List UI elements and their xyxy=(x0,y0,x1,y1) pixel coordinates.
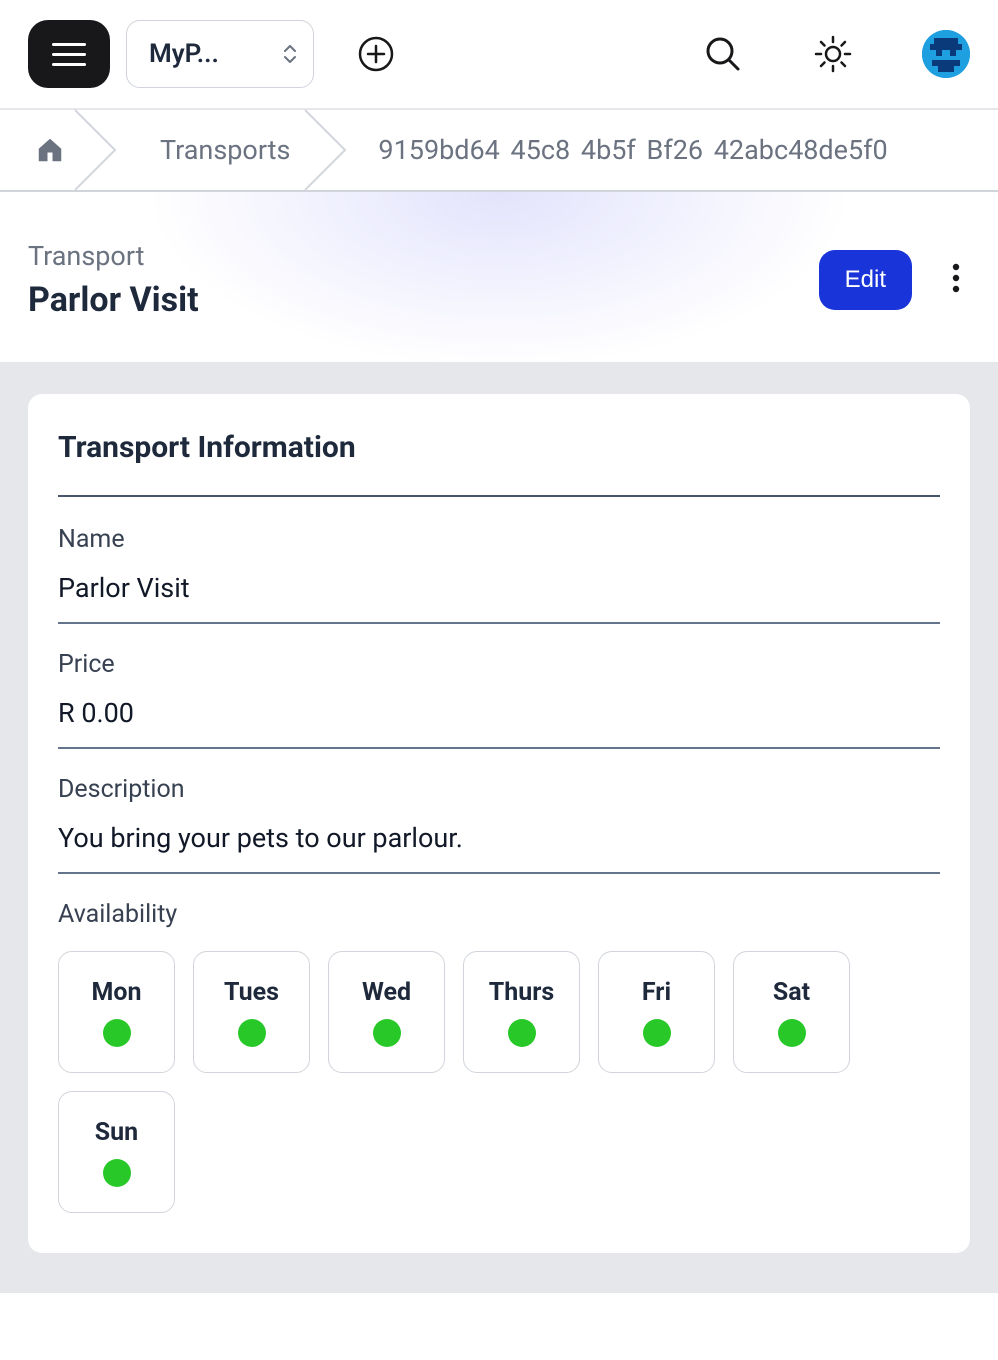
field-desc-value: You bring your pets to our parlour. xyxy=(58,822,940,854)
field-name: Name Parlor Visit xyxy=(58,525,940,624)
sun-icon xyxy=(814,35,852,73)
breadcrumb-transports[interactable]: Transports xyxy=(100,110,330,190)
field-price: Price R 0.00 xyxy=(58,650,940,749)
more-actions-button[interactable] xyxy=(942,253,970,307)
breadcrumb-seg-label: Transports xyxy=(160,134,290,166)
field-name-label: Name xyxy=(58,525,940,554)
content-area: Transport Information Name Parlor Visit … xyxy=(0,364,998,1293)
home-icon xyxy=(35,135,65,165)
availability-dot-icon xyxy=(508,1019,536,1047)
search-icon xyxy=(704,35,742,73)
topbar: MyP... xyxy=(0,0,998,110)
field-description: Description You bring your pets to our p… xyxy=(58,775,940,874)
menu-button[interactable] xyxy=(28,20,110,88)
day-label: Wed xyxy=(362,978,411,1007)
availability-dot-icon xyxy=(778,1019,806,1047)
field-price-value: R 0.00 xyxy=(58,697,940,729)
availability-dot-icon xyxy=(238,1019,266,1047)
availability-days: Mon Tues Wed Thurs Fri Sat Sun xyxy=(58,951,940,1213)
day-label: Sun xyxy=(95,1118,138,1147)
day-label: Thurs xyxy=(489,978,555,1007)
card-title: Transport Information xyxy=(58,430,940,497)
breadcrumb-id: 9159bd64 45c8 4b5f Bf26 42abc48de5f0 xyxy=(330,134,887,166)
field-desc-label: Description xyxy=(58,775,940,804)
availability-dot-icon xyxy=(643,1019,671,1047)
availability-dot-icon xyxy=(103,1159,131,1187)
field-name-value: Parlor Visit xyxy=(58,572,940,604)
day-chip: Thurs xyxy=(463,951,580,1073)
avatar-image xyxy=(922,30,970,78)
availability-dot-icon xyxy=(103,1019,131,1047)
day-chip: Sun xyxy=(58,1091,175,1213)
breadcrumb: Transports 9159bd64 45c8 4b5f Bf26 42abc… xyxy=(0,110,998,192)
field-price-label: Price xyxy=(58,650,940,679)
app-selector[interactable]: MyP... xyxy=(126,20,314,88)
day-chip: Fri xyxy=(598,951,715,1073)
day-chip: Wed xyxy=(328,951,445,1073)
app-selector-label: MyP... xyxy=(149,39,219,69)
theme-toggle[interactable] xyxy=(812,33,854,75)
plus-circle-icon xyxy=(358,36,394,72)
day-chip: Sat xyxy=(733,951,850,1073)
add-button[interactable] xyxy=(358,36,394,72)
edit-button[interactable]: Edit xyxy=(819,250,912,310)
day-chip: Mon xyxy=(58,951,175,1073)
availability-label: Availability xyxy=(58,900,940,929)
dots-vertical-icon xyxy=(952,263,960,293)
day-label: Sat xyxy=(773,978,810,1007)
day-label: Fri xyxy=(642,978,671,1007)
page-header: Transport Parlor Visit Edit xyxy=(0,192,998,364)
day-chip: Tues xyxy=(193,951,310,1073)
day-label: Mon xyxy=(91,978,141,1007)
user-avatar[interactable] xyxy=(922,30,970,78)
transport-info-card: Transport Information Name Parlor Visit … xyxy=(28,394,970,1253)
chevron-up-down-icon xyxy=(283,45,297,63)
day-label: Tues xyxy=(224,978,279,1007)
page-subtitle: Transport xyxy=(28,240,819,272)
breadcrumb-home[interactable] xyxy=(0,110,100,190)
hamburger-icon xyxy=(52,43,86,66)
page-title: Parlor Visit xyxy=(28,280,819,320)
availability-dot-icon xyxy=(373,1019,401,1047)
search-button[interactable] xyxy=(702,33,744,75)
